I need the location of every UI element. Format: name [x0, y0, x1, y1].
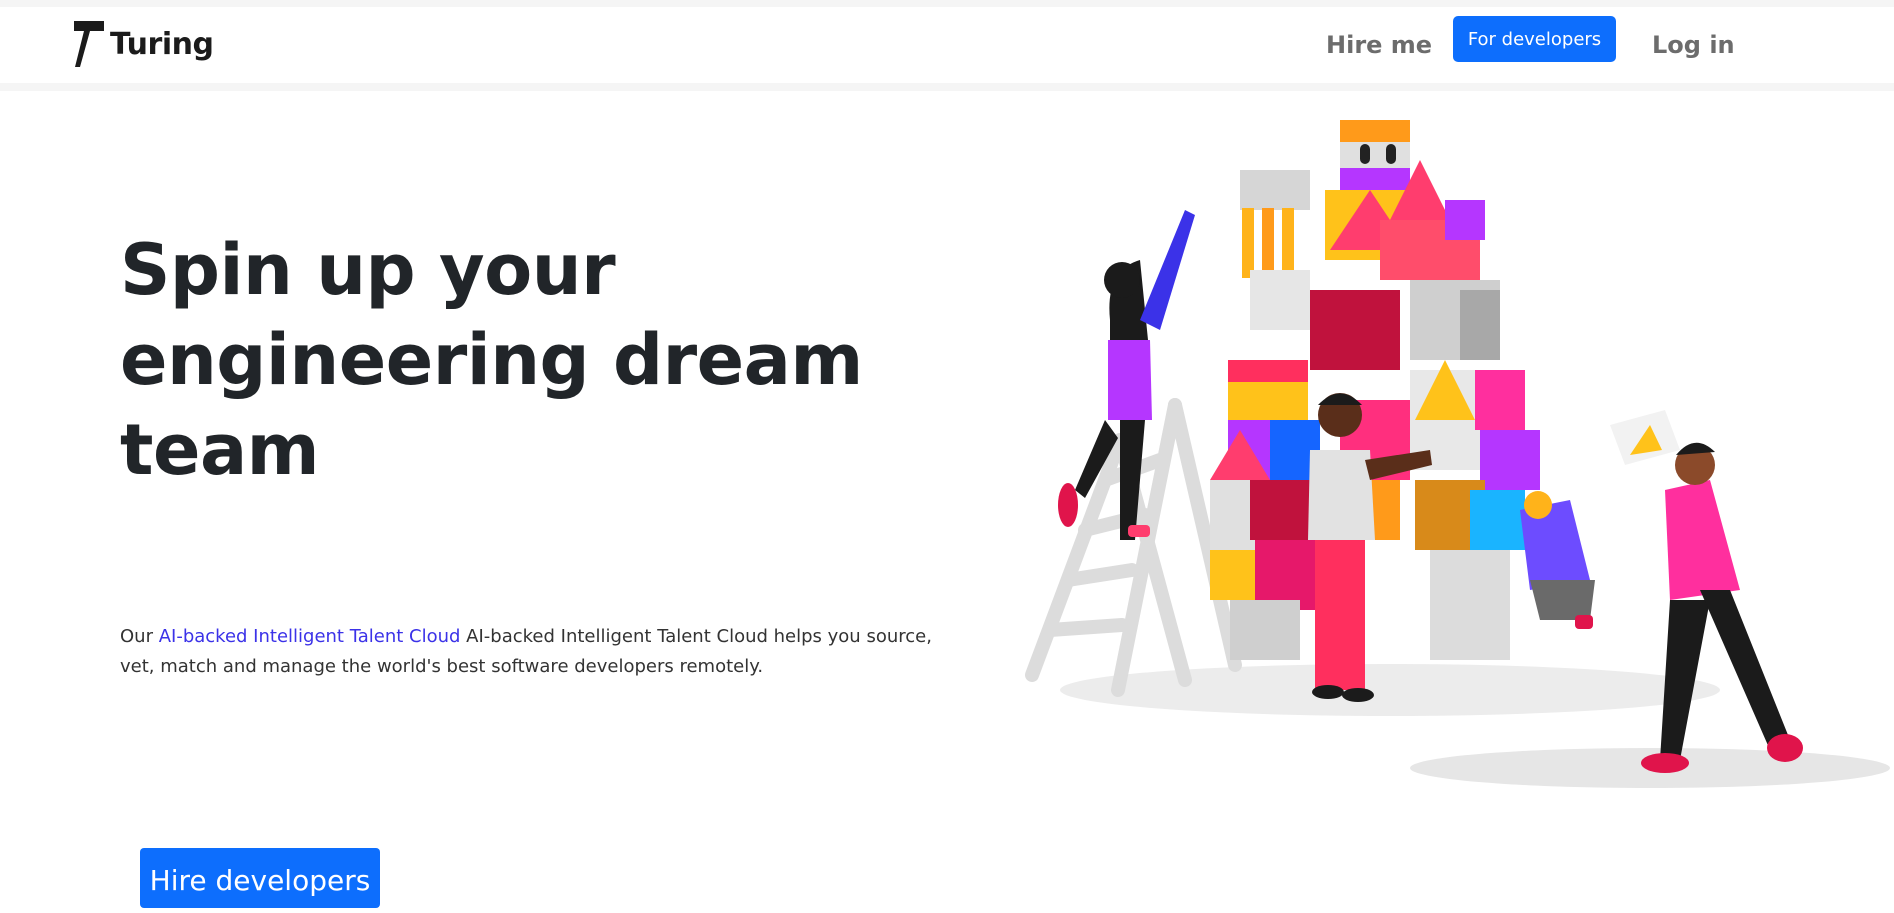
turing-logo-icon: [74, 21, 104, 67]
nav-log-in-link[interactable]: Log in: [1652, 31, 1735, 59]
for-developers-button[interactable]: For developers: [1453, 16, 1616, 62]
hero-description: Our AI-backed Intelligent Talent Cloud A…: [120, 622, 970, 682]
hero-title: Spin up your engineering dream team: [120, 229, 863, 491]
talent-cloud-link[interactable]: AI-backed Intelligent Talent Cloud: [159, 626, 461, 647]
top-strip: [0, 0, 1894, 7]
hero-description-prefix: Our: [120, 626, 159, 647]
brand-logo-link[interactable]: Turing: [74, 21, 214, 67]
team-building-blocks-illustration: [1025, 120, 1890, 788]
navbar: Turing Hire me For developers Log in: [0, 7, 1894, 91]
nav-hire-me-link[interactable]: Hire me: [1326, 31, 1432, 59]
brand-name: Turing: [110, 26, 214, 62]
hire-developers-button[interactable]: Hire developers: [140, 848, 380, 908]
